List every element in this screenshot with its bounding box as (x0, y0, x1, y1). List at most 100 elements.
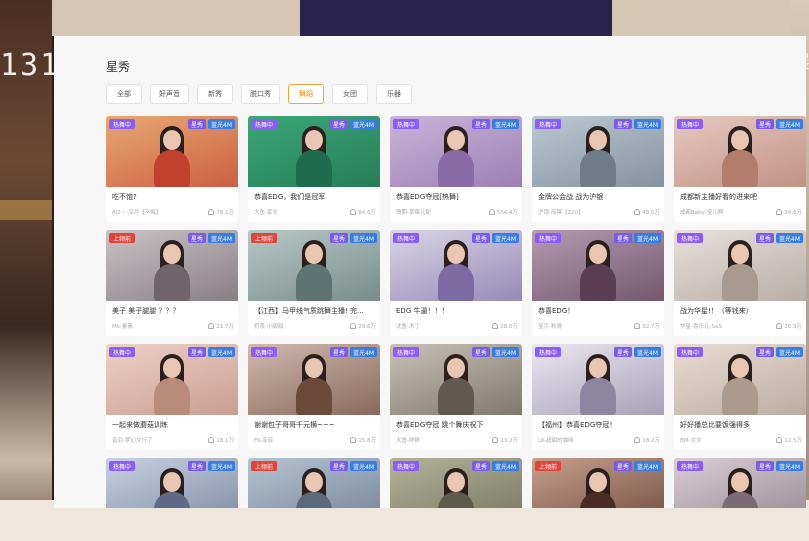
bitrate-badge: 蓝光4M (634, 119, 661, 129)
streamer-name[interactable]: 大鱼-家长 (254, 208, 278, 216)
category-filter-bar: 全部 好声音 新秀 脱口秀 舞蹈 女团 乐器 (106, 84, 412, 104)
stream-thumbnail[interactable]: 热舞中 星秀 蓝光4M (674, 344, 806, 415)
stream-title[interactable]: 好好播总比要饭强得多 (680, 420, 802, 430)
stream-card[interactable]: 热舞中 星秀 蓝光4M (674, 458, 806, 508)
stream-title[interactable]: 一起来做蘑菇训练 (112, 420, 234, 430)
stream-thumbnail[interactable]: 热舞中 星秀 蓝光4M (248, 116, 380, 187)
stream-thumbnail[interactable]: 上频前 星秀 蓝光4M (532, 458, 664, 508)
streamer-name[interactable]: 成都Baby-宝儿啊 (680, 208, 723, 216)
stream-card[interactable]: 上频前 星秀 蓝光4M (532, 458, 664, 508)
filter-chip-0[interactable]: 全部 (106, 84, 142, 104)
streamer-name[interactable]: 大鱼-婷婷 (396, 436, 420, 444)
stream-card[interactable]: 热舞中 星秀 蓝光4M 恭喜EDG夺冠[热舞] 簡期-草莓儿配 554.4万 (390, 116, 522, 222)
stream-title[interactable]: 吃不饱? (112, 192, 234, 202)
bitrate-badge: 蓝光4M (776, 233, 803, 243)
stream-card[interactable]: 热舞中 星秀 蓝光4M 吃不饱? Ai2・-凉月【不悔】 78.1万 (106, 116, 238, 222)
streamer-figure-head (731, 472, 749, 492)
category-badge: 星秀 (187, 347, 206, 357)
streamer-name[interactable]: 华星-喜乐儿-SaS (680, 322, 722, 330)
streamer-name[interactable]: 簡期-草莓儿配 (396, 208, 431, 216)
stream-thumbnail[interactable]: 热舞中 星秀 蓝光4M (674, 116, 806, 187)
streamer-figure-head (447, 244, 465, 264)
stream-title[interactable]: 美子 美子腿腿 ？？？ (112, 306, 234, 316)
stream-thumbnail[interactable]: 热舞中 星秀 蓝光4M (390, 458, 522, 508)
stream-title[interactable]: 战为华星!！（等钱来） (680, 306, 802, 316)
stream-card[interactable]: 上频前 星秀 蓝光4M (248, 458, 380, 508)
stream-thumbnail[interactable]: 热舞中 星秀 蓝光4M (390, 230, 522, 301)
viewer-count-text: 32.7万 (642, 324, 660, 330)
stream-thumbnail[interactable]: 热舞中 星秀 蓝光4M (106, 458, 238, 508)
stream-thumbnail[interactable]: 热舞中 星秀 蓝光4M (390, 344, 522, 415)
stream-thumbnail[interactable]: 热舞中 星秀 蓝光4M (248, 344, 380, 415)
filter-chip-3[interactable]: 脱口秀 (241, 84, 280, 104)
stream-meta: 音羽-梦幻文行了 18.1万 (112, 436, 234, 444)
stream-card[interactable]: 热舞中 星秀 蓝光4M 恭喜EDG！ 宝贝-秋情 32.7万 (532, 230, 664, 336)
streamer-name[interactable]: FK-菲菲 (254, 436, 273, 444)
filter-chip-5[interactable]: 女团 (332, 84, 368, 104)
stream-thumbnail[interactable]: 热舞中 星秀 蓝光4M (532, 116, 664, 187)
stream-card[interactable]: 热舞中 星秀 蓝光4M 战为华星!！（等钱来） 华星-喜乐儿-SaS 26.3万 (674, 230, 806, 336)
quality-badges: 星秀 蓝光4M (755, 347, 803, 357)
viewer-count: 32.7万 (634, 322, 660, 330)
stream-card[interactable]: 热舞中 星秀 蓝光4M 谢谢包子哥哥千元横~~~ FK-菲菲 15.8万 (248, 344, 380, 450)
bitrate-badge: 蓝光4M (634, 347, 661, 357)
stream-title[interactable]: 谢谢包子哥哥千元横~~~ (254, 420, 376, 430)
stream-title[interactable]: 【江西】马甲线气质跳舞主播! 完... (254, 306, 376, 316)
streamer-name[interactable]: Ai2・-凉月【不悔】 (112, 208, 161, 216)
status-badge: 热舞中 (109, 119, 136, 129)
viewer-count-text: 34.6万 (784, 210, 802, 216)
stream-card[interactable]: 热舞中 星秀 蓝光4M 成都新主播好看的进来吧 成都Baby-宝儿啊 34.6万 (674, 116, 806, 222)
streamer-name[interactable]: Mk-素素 (112, 322, 133, 330)
streamer-figure-head (447, 130, 465, 150)
stream-title[interactable]: 恭喜EDG，我们是冠军 (254, 192, 376, 202)
stream-card[interactable]: 上频前 星秀 蓝光4M 美子 美子腿腿 ？？？ Mk-素素 21.7万 (106, 230, 238, 336)
filter-chip-4[interactable]: 舞蹈 (288, 84, 324, 104)
viewer-count: 18.1万 (208, 436, 234, 444)
category-badge: 星秀 (613, 347, 632, 357)
stream-card[interactable]: 上频前 星秀 蓝光4M 【江西】马甲线气质跳舞主播! 完... 奶茶-小甜甜 29.6万 (248, 230, 380, 336)
streamer-figure-head (305, 130, 323, 150)
stream-title[interactable]: 恭喜EDG夺冠[热舞] (396, 192, 518, 202)
stream-title[interactable]: EDG 牛逼！！！ (396, 306, 518, 316)
stream-thumbnail[interactable]: 上频前 星秀 蓝光4M (106, 230, 238, 301)
streamer-figure-head (589, 472, 607, 492)
stream-thumbnail[interactable]: 热舞中 星秀 蓝光4M (674, 458, 806, 508)
stream-card[interactable]: 热舞中 星秀 蓝光4M 一起来做蘑菇训练 音羽-梦幻文行了 18.1万 (106, 344, 238, 450)
stream-thumbnail[interactable]: 热舞中 星秀 蓝光4M (532, 344, 664, 415)
stream-card[interactable]: 热舞中 星秀 蓝光4M 【福州】恭喜EDG夺冠！ LK-超甜的猫咪 18.2万 (532, 344, 664, 450)
stream-card[interactable]: 热舞中 星秀 蓝光4M 好好播总比要饭强得多 BM-文文 12.5万 (674, 344, 806, 450)
streamer-name[interactable]: LK-超甜的猫咪 (538, 436, 574, 444)
viewer-count-text: 78.1万 (216, 210, 234, 216)
streamer-name[interactable]: 沪银-简幂【220】 (538, 208, 583, 216)
streamer-figure-head (305, 472, 323, 492)
streamer-name[interactable]: 音羽-梦幻文行了 (112, 436, 153, 444)
stream-card[interactable]: 热舞中 星秀 蓝光4M (106, 458, 238, 508)
stream-thumbnail[interactable]: 热舞中 星秀 蓝光4M (674, 230, 806, 301)
stream-thumbnail[interactable]: 热舞中 星秀 蓝光4M (106, 116, 238, 187)
filter-chip-1[interactable]: 好声音 (150, 84, 189, 104)
stream-thumbnail[interactable]: 上频前 星秀 蓝光4M (248, 458, 380, 508)
stream-title[interactable]: 成都新主播好看的进来吧 (680, 192, 802, 202)
status-badge: 热舞中 (535, 233, 562, 243)
quality-badges: 星秀 蓝光4M (471, 347, 519, 357)
stream-thumbnail[interactable]: 上频前 星秀 蓝光4M (248, 230, 380, 301)
viewer-icon (634, 323, 641, 329)
stream-title[interactable]: 恭喜EDG！ (538, 306, 660, 316)
stream-card[interactable]: 热舞中 星秀 蓝光4M 恭喜EDG夺冠 跳个舞庆祝下 大鱼-婷婷 13.2万 (390, 344, 522, 450)
streamer-name[interactable]: 奶茶-小甜甜 (254, 322, 284, 330)
stream-thumbnail[interactable]: 热舞中 星秀 蓝光4M (390, 116, 522, 187)
stream-card[interactable]: 热舞中 星秀 蓝光4M (390, 458, 522, 508)
stream-card[interactable]: 热舞中 星秀 蓝光4M EDG 牛逼！！！ 沈鱼-木丁 28.6万 (390, 230, 522, 336)
streamer-name[interactable]: BM-文文 (680, 436, 702, 444)
stream-title[interactable]: 恭喜EDG夺冠 跳个舞庆祝下 (396, 420, 518, 430)
stream-thumbnail[interactable]: 热舞中 星秀 蓝光4M (532, 230, 664, 301)
streamer-name[interactable]: 宝贝-秋情 (538, 322, 562, 330)
stream-title[interactable]: 金牌公会战 战为沪银 (538, 192, 660, 202)
stream-thumbnail[interactable]: 热舞中 星秀 蓝光4M (106, 344, 238, 415)
stream-card[interactable]: 热舞中 星秀 蓝光4M 恭喜EDG，我们是冠军 大鱼-家长 84.6万 (248, 116, 380, 222)
filter-chip-2[interactable]: 新秀 (197, 84, 233, 104)
stream-title[interactable]: 【福州】恭喜EDG夺冠！ (538, 420, 660, 430)
streamer-name[interactable]: 沈鱼-木丁 (396, 322, 420, 330)
filter-chip-6[interactable]: 乐器 (376, 84, 412, 104)
stream-card[interactable]: 热舞中 星秀 蓝光4M 金牌公会战 战为沪银 沪银-简幂【220】 48.0万 (532, 116, 664, 222)
